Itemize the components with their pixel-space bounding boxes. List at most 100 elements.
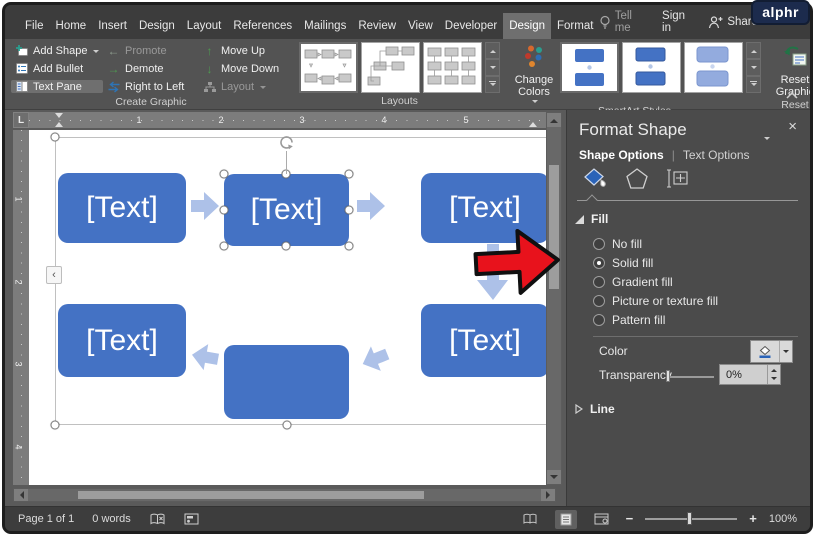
fill-line-icon[interactable] — [581, 166, 608, 191]
layout-thumbnail-1[interactable] — [299, 42, 358, 93]
selection-handle[interactable] — [281, 241, 291, 251]
zoom-level[interactable]: 100% — [769, 513, 797, 525]
frame-handle[interactable] — [50, 420, 60, 430]
gallery-scroll-up-button[interactable] — [485, 42, 500, 59]
menu-tab-home[interactable]: Home — [50, 13, 93, 39]
effects-icon[interactable] — [625, 167, 649, 190]
frame-handle[interactable] — [50, 132, 60, 142]
fill-section-header[interactable]: Fill — [575, 212, 608, 226]
menu-tab-smartart-format[interactable]: Format — [551, 13, 599, 39]
menu-tab-review[interactable]: Review — [352, 13, 402, 39]
demote-button[interactable]: → Demote — [103, 62, 199, 76]
menu-tab-design[interactable]: Design — [133, 13, 181, 39]
menu-tab-view[interactable]: View — [402, 13, 439, 39]
menu-tab-smartart-design[interactable]: Design — [503, 13, 551, 39]
word-count[interactable]: 0 words — [92, 513, 131, 525]
layout-properties-icon[interactable] — [666, 167, 690, 190]
horizontal-scroll-thumb[interactable] — [78, 491, 424, 499]
selection-handle[interactable] — [344, 169, 354, 179]
panel-close-icon[interactable]: × — [788, 118, 797, 135]
selection-handle[interactable] — [219, 241, 229, 251]
panel-options-caret-icon[interactable] — [764, 128, 770, 146]
spin-up-button[interactable] — [768, 365, 780, 375]
zoom-slider-thumb[interactable] — [687, 512, 693, 525]
layout-button[interactable]: Layout — [199, 81, 291, 93]
left-indent-marker[interactable] — [55, 118, 63, 127]
text-pane-toggle-button[interactable]: ‹ — [46, 266, 62, 284]
selection-handle[interactable] — [219, 169, 229, 179]
smartart-shape-6[interactable]: [Text] — [58, 304, 186, 377]
read-mode-button[interactable] — [517, 510, 543, 528]
sign-in-button[interactable]: Sign in — [662, 10, 695, 34]
macro-recording-icon[interactable] — [184, 513, 199, 525]
tab-text-options[interactable]: Text Options — [683, 148, 750, 162]
transparency-spinbox[interactable]: 0% — [719, 364, 781, 385]
collapse-ribbon-button[interactable] — [786, 86, 798, 104]
style-thumbnail-2[interactable] — [622, 42, 681, 93]
menu-tab-mailings[interactable]: Mailings — [298, 13, 352, 39]
menu-tab-insert[interactable]: Insert — [92, 13, 133, 39]
transparency-slider-thumb[interactable] — [666, 370, 670, 382]
page-indicator[interactable]: Page 1 of 1 — [18, 513, 74, 525]
selection-handle[interactable] — [344, 205, 354, 215]
gallery-more-button[interactable] — [746, 76, 761, 93]
tab-stop-selector[interactable]: L — [13, 112, 29, 128]
scroll-left-button[interactable] — [14, 489, 28, 501]
transparency-slider-track[interactable] — [667, 376, 714, 378]
smartart-shape-4[interactable]: [Text] — [421, 304, 546, 377]
menu-tab-layout[interactable]: Layout — [181, 13, 228, 39]
menu-tab-references[interactable]: References — [227, 13, 298, 39]
connector-arrow-right[interactable] — [191, 188, 219, 224]
right-to-left-button[interactable]: Right to Left — [103, 81, 199, 93]
menu-tab-file[interactable]: File — [19, 13, 50, 39]
document-page[interactable]: [Text] [Text] [Text] [Text] [Text] ‹ — [29, 130, 546, 485]
scroll-down-button[interactable] — [547, 470, 561, 484]
add-shape-button[interactable]: Add Shape — [11, 44, 103, 57]
tell-me[interactable]: Tell me — [599, 10, 649, 34]
print-layout-button[interactable] — [554, 509, 577, 529]
color-dropdown-caret[interactable] — [779, 341, 792, 362]
zoom-slider[interactable] — [645, 512, 738, 525]
gallery-scroll-up-button[interactable] — [746, 42, 761, 59]
gallery-scroll-down-button[interactable] — [746, 59, 761, 76]
fill-option[interactable]: Gradient fill — [593, 275, 673, 289]
smartart-shape-5-empty[interactable] — [224, 345, 349, 419]
vertical-ruler[interactable]: 1 2 3 4 — [13, 130, 29, 485]
change-colors-button[interactable]: Change Colors — [508, 42, 560, 104]
tab-shape-options[interactable]: Shape Options — [579, 148, 664, 162]
connector-arrow-left[interactable] — [188, 338, 221, 376]
menu-tab-developer[interactable]: Developer — [439, 13, 503, 39]
selection-handle[interactable] — [344, 241, 354, 251]
fill-color-button[interactable] — [750, 340, 793, 363]
right-indent-marker[interactable] — [529, 118, 537, 127]
spin-down-button[interactable] — [768, 375, 780, 385]
move-down-button[interactable]: ↓ Move Down — [199, 62, 291, 76]
layout-thumbnail-2[interactable] — [361, 42, 420, 93]
text-pane-button[interactable]: Text Pane — [11, 80, 103, 93]
move-up-button[interactable]: ↑ Move Up — [199, 44, 291, 58]
smartart-shape-2-selected[interactable]: [Text] — [224, 174, 349, 246]
connector-arrow-right[interactable] — [357, 188, 385, 224]
layout-thumbnail-3[interactable] — [423, 42, 482, 93]
gallery-more-button[interactable] — [485, 76, 500, 93]
add-bullet-button[interactable]: Add Bullet — [11, 62, 103, 75]
zoom-in-button[interactable]: + — [749, 512, 757, 525]
web-layout-button[interactable] — [589, 510, 614, 528]
scroll-up-button[interactable] — [547, 113, 561, 127]
fill-option[interactable]: Pattern fill — [593, 313, 665, 327]
fill-option[interactable]: Picture or texture fill — [593, 294, 718, 308]
smartart-shape-1[interactable]: [Text] — [58, 173, 186, 243]
fill-option[interactable]: Solid fill — [593, 256, 653, 270]
line-section-header[interactable]: Line — [575, 402, 615, 416]
proofing-errors-icon[interactable] — [149, 513, 166, 526]
horizontal-ruler[interactable]: 1 2 3 4 5 — [29, 112, 546, 128]
zoom-out-button[interactable]: − — [626, 512, 634, 525]
rotation-handle-icon[interactable] — [278, 134, 295, 151]
promote-button[interactable]: ← Promote — [103, 44, 199, 58]
selection-handle[interactable] — [219, 205, 229, 215]
gallery-scroll-down-button[interactable] — [485, 59, 500, 76]
scroll-right-button[interactable] — [541, 489, 555, 501]
fill-option[interactable]: No fill — [593, 237, 642, 251]
frame-handle[interactable] — [282, 420, 292, 430]
style-thumbnail-3[interactable] — [684, 42, 743, 93]
